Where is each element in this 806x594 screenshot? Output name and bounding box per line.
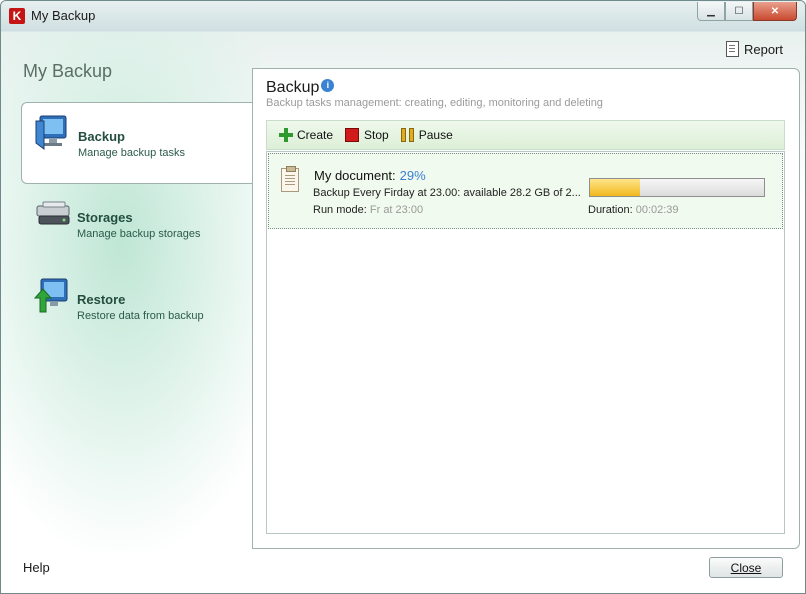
sidebar-item-title: Restore — [77, 292, 126, 307]
kaspersky-logo-icon: K — [9, 8, 25, 24]
clipboard-task-icon — [281, 166, 299, 192]
task-detail: Backup Every Firday at 23.00: available … — [313, 187, 581, 199]
close-label: Close — [730, 560, 762, 575]
duration-label: Duration: — [588, 204, 633, 216]
task-run-mode: Run mode: Fr at 23:00 — [313, 204, 423, 216]
storage-drive-icon — [36, 201, 70, 225]
run-mode-value: Fr at 23:00 — [369, 204, 424, 216]
close-window-button[interactable]: ✕ — [753, 2, 797, 21]
sidebar-item-title: Backup — [78, 129, 125, 144]
task-progress-fill — [590, 179, 641, 196]
app-window: K My Backup ▁ ☐ ✕ Report My Backup Backu… — [0, 0, 806, 594]
plus-icon — [279, 128, 293, 142]
create-label: Create — [297, 128, 334, 142]
sidebar-item-backup[interactable]: Backup Manage backup tasks — [21, 102, 254, 184]
page-subtitle: Backup tasks management: creating, editi… — [266, 97, 603, 109]
pause-button[interactable]: Pause — [400, 128, 453, 142]
run-mode-label: Run mode: — [313, 204, 367, 216]
sidebar-item-storages[interactable]: Storages Manage backup storages — [21, 184, 253, 264]
stop-button[interactable]: Stop — [345, 128, 389, 142]
monitor-backup-icon — [35, 115, 67, 150]
close-button[interactable]: Close — [709, 557, 783, 578]
title-bar[interactable]: K My Backup ▁ ☐ ✕ — [1, 1, 805, 31]
sidebar-item-subtitle: Restore data from backup — [77, 310, 204, 322]
info-icon[interactable]: i — [321, 78, 335, 92]
window-controls: ▁ ☐ ✕ — [697, 2, 797, 21]
task-list: My document: 29% Backup Every Firday at 2… — [266, 151, 785, 534]
sidebar-heading: My Backup — [23, 61, 113, 81]
sidebar-item-title: Storages — [77, 210, 133, 225]
maximize-button[interactable]: ☐ — [725, 2, 753, 21]
restore-arrow-icon — [33, 278, 68, 313]
page-title-text: Backup — [266, 79, 320, 96]
sidebar-item-subtitle: Manage backup tasks — [78, 147, 186, 159]
task-progress-bar — [589, 178, 765, 197]
minimize-button[interactable]: ▁ — [697, 2, 725, 21]
main-panel: Backup i Backup tasks management: creati… — [252, 68, 800, 549]
task-toolbar: Create Stop Pause — [266, 120, 785, 150]
stop-label: Stop — [364, 128, 389, 142]
task-name-text: My document: — [314, 168, 396, 183]
create-button[interactable]: Create — [279, 128, 333, 142]
task-name: My document: 29% — [314, 168, 426, 183]
report-document-icon — [725, 41, 739, 57]
stop-icon — [345, 128, 360, 142]
page-title: Backup i — [266, 78, 335, 97]
pause-icon — [400, 128, 414, 142]
report-label: Report — [743, 41, 783, 57]
window-title: My Backup — [31, 8, 96, 23]
help-link[interactable]: Help — [23, 560, 50, 575]
pause-label: Pause — [418, 128, 453, 142]
sidebar-item-restore[interactable]: Restore Restore data from backup — [21, 266, 253, 346]
report-link[interactable]: Report — [725, 41, 783, 57]
duration-value: 00:02:39 — [635, 204, 679, 216]
task-duration: Duration: 00:02:39 — [588, 204, 679, 216]
task-row[interactable]: My document: 29% Backup Every Firday at 2… — [268, 153, 783, 229]
sidebar-item-subtitle: Manage backup storages — [77, 228, 201, 240]
task-progress-percent: 29% — [399, 168, 426, 183]
